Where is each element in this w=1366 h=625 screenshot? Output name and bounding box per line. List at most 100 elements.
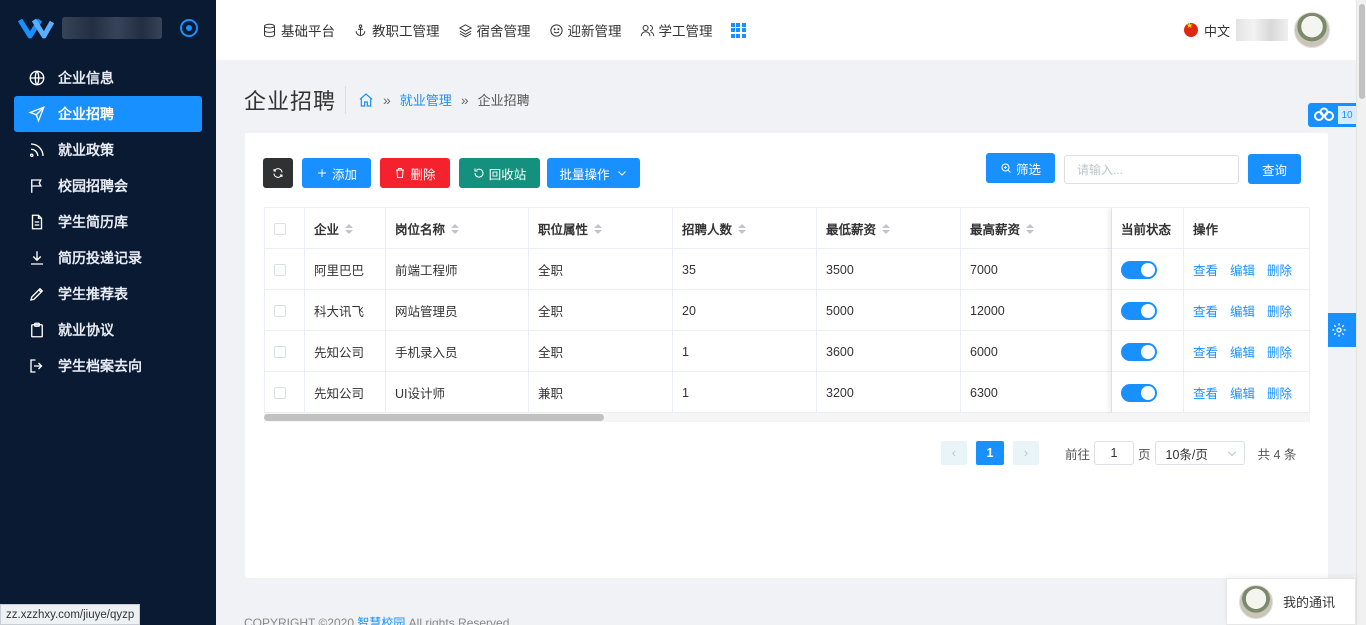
header-status: 当前状态	[1112, 208, 1184, 249]
cell-position: 网站管理员	[386, 290, 529, 331]
refresh-button[interactable]	[263, 158, 293, 188]
zoom-filter-icon	[1001, 163, 1011, 173]
footer-brand-link[interactable]: 智慧校园	[357, 616, 405, 625]
row-checkbox[interactable]	[274, 304, 286, 317]
status-cell	[1112, 290, 1184, 331]
edit-link[interactable]: 编辑	[1230, 342, 1255, 361]
delete-button[interactable]: 删除	[380, 158, 450, 188]
status-toggle[interactable]	[1121, 342, 1157, 361]
sidebar-item-resume-library[interactable]: 学生简历库	[14, 204, 202, 240]
cell-company: 科大讯飞	[305, 290, 386, 331]
sort-icon[interactable]	[451, 223, 460, 234]
topnav-freshman[interactable]: 迎新管理	[549, 20, 622, 40]
sidebar-item-company-recruit[interactable]: 企业招聘	[14, 96, 202, 132]
topnav-basic-platform[interactable]: 基础平台	[262, 20, 335, 40]
delete-button-label: 删除	[410, 167, 436, 182]
language-switch[interactable]: 中文	[1204, 21, 1230, 40]
sidebar-toggle-icon[interactable]	[180, 19, 198, 37]
sidebar-item-label: 企业招聘	[58, 106, 114, 122]
my-messages-widget[interactable]: 我的通讯	[1226, 578, 1356, 625]
topnav-label: 学工管理	[658, 24, 713, 39]
view-link[interactable]: 查看	[1193, 342, 1218, 361]
apps-grid-button[interactable]	[730, 22, 746, 38]
page-size-select[interactable]: 10条/页	[1154, 441, 1245, 465]
sort-icon[interactable]	[882, 223, 891, 234]
sidebar-item-company-info[interactable]: 企业信息	[14, 60, 202, 96]
edit-link[interactable]: 编辑	[1230, 301, 1255, 320]
sidebar-item-resume-records[interactable]: 简历投递记录	[14, 240, 202, 276]
batch-operation-button[interactable]: 批量操作	[547, 158, 640, 188]
header-type[interactable]: 职位属性	[529, 208, 673, 249]
header-position[interactable]: 岗位名称	[386, 208, 529, 249]
next-page-button[interactable]: ›	[1013, 441, 1039, 465]
topnav-label: 宿舍管理	[476, 24, 531, 39]
row-select-cell	[265, 249, 305, 290]
goto-page-input[interactable]	[1094, 441, 1135, 465]
page-number-current[interactable]: 1	[976, 441, 1004, 465]
cell-min-salary: 3600	[817, 331, 961, 372]
actions-cell: 查看 编辑 删除	[1184, 249, 1309, 290]
cloud-float-tab[interactable]: 10	[1308, 103, 1356, 127]
status-toggle[interactable]	[1121, 260, 1157, 279]
delete-link[interactable]: 删除	[1267, 301, 1292, 320]
sidebar-item-campus-fair[interactable]: 校园招聘会	[14, 168, 202, 204]
breadcrumb-current: 企业招聘	[477, 93, 530, 108]
logo-text-blurred	[62, 17, 162, 39]
select-all-checkbox[interactable]	[274, 222, 286, 235]
sidebar-item-archive[interactable]: 学生档案去向	[14, 348, 202, 384]
footer-suffix: All rights Reserved	[405, 616, 510, 625]
user-avatar[interactable]	[1294, 12, 1330, 48]
recycle-bin-button[interactable]: 回收站	[459, 158, 540, 188]
float-badge-value: 10	[1341, 109, 1353, 121]
edit-link[interactable]: 编辑	[1230, 260, 1255, 279]
topnav-dorm[interactable]: 宿舍管理	[458, 20, 531, 40]
content-card: 添加 删除 回收站 批量操作 筛选 查询 企业 岗位名称 职位属性 招聘人数 最…	[245, 133, 1328, 578]
status-toggle[interactable]	[1121, 383, 1157, 402]
flag-icon	[31, 179, 42, 193]
view-link[interactable]: 查看	[1193, 383, 1218, 402]
database-icon	[264, 23, 275, 37]
sidebar-item-employment-policy[interactable]: 就业政策	[14, 132, 202, 168]
scrollbar-thumb[interactable]	[264, 414, 604, 421]
sort-icon[interactable]	[1026, 223, 1035, 234]
delete-link[interactable]: 删除	[1267, 260, 1292, 279]
edit-link[interactable]: 编辑	[1230, 383, 1255, 402]
header-company[interactable]: 企业	[305, 208, 386, 249]
filter-button-label: 筛选	[1015, 162, 1041, 177]
sort-icon[interactable]	[738, 223, 747, 234]
sort-icon[interactable]	[594, 223, 603, 234]
home-icon[interactable]	[358, 92, 374, 108]
cell-company: 先知公司	[305, 372, 386, 413]
actions-cell: 查看 编辑 删除	[1184, 331, 1309, 372]
header-max-salary[interactable]: 最高薪资	[961, 208, 1112, 249]
delete-link[interactable]: 删除	[1267, 383, 1292, 402]
anchor-icon	[355, 23, 366, 36]
delete-link[interactable]: 删除	[1267, 342, 1292, 361]
header-count[interactable]: 招聘人数	[673, 208, 817, 249]
filter-button[interactable]: 筛选	[986, 153, 1055, 183]
header-label: 招聘人数	[682, 223, 733, 237]
sort-icon[interactable]	[345, 223, 354, 234]
row-checkbox[interactable]	[274, 263, 286, 276]
header-label: 最低薪资	[826, 223, 877, 237]
add-button[interactable]: 添加	[302, 158, 371, 188]
topnav-student-affairs[interactable]: 学工管理	[640, 20, 713, 40]
row-checkbox[interactable]	[274, 386, 286, 399]
sidebar-item-agreement[interactable]: 就业协议	[14, 312, 202, 348]
prev-page-button[interactable]: ‹	[941, 441, 967, 465]
topnav-staff[interactable]: 教职工管理	[353, 20, 440, 40]
view-link[interactable]: 查看	[1193, 301, 1218, 320]
query-button[interactable]: 查询	[1248, 154, 1301, 184]
breadcrumb-employment[interactable]: 就业管理	[400, 90, 452, 109]
row-checkbox[interactable]	[274, 345, 286, 358]
table-horizontal-scrollbar[interactable]	[264, 413, 1310, 422]
sidebar-item-recommendation[interactable]: 学生推荐表	[14, 276, 202, 312]
search-input[interactable]	[1064, 155, 1239, 184]
top-nav: 基础平台 教职工管理 宿舍管理 迎新管理 学工管理	[262, 20, 764, 40]
sidebar-item-label: 学生简历库	[58, 214, 128, 230]
sidebar-item-label: 企业信息	[58, 70, 114, 86]
page-scrollbar[interactable]	[1356, 0, 1366, 625]
view-link[interactable]: 查看	[1193, 260, 1218, 279]
header-min-salary[interactable]: 最低薪资	[817, 208, 961, 249]
status-toggle[interactable]	[1121, 301, 1157, 320]
